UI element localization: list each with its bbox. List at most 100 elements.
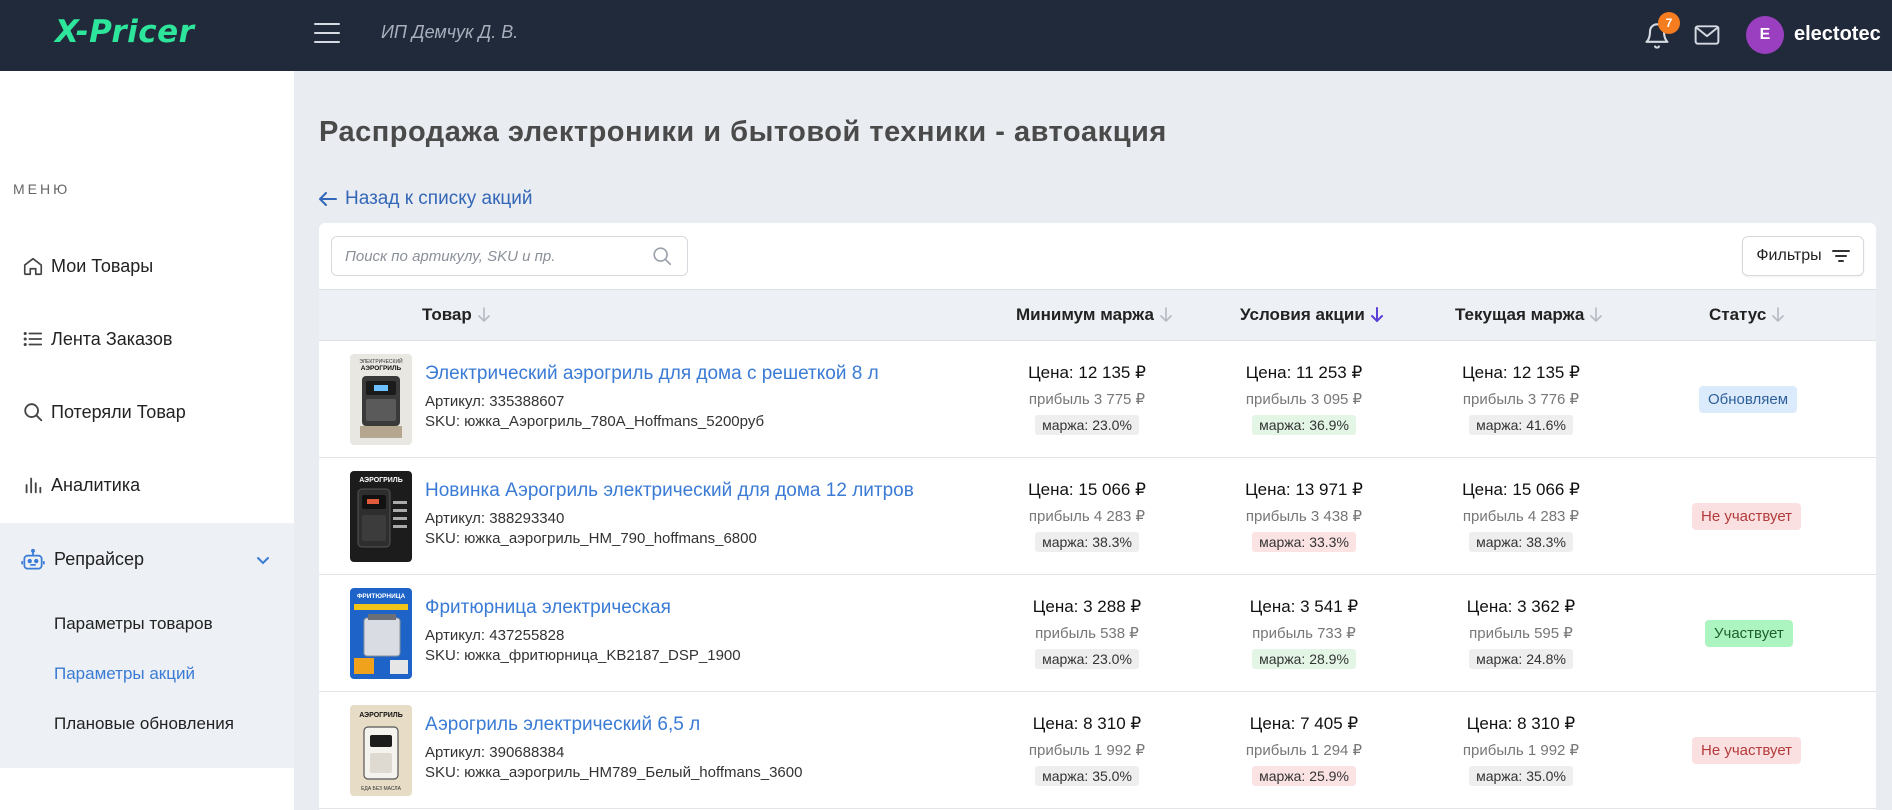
thumb-subcaption: ЕДА БЕЗ МАСЛА: [361, 786, 401, 792]
sidebar-group-repricer: Репрайсер Параметры товаров Параметры ак…: [0, 523, 294, 768]
min-price: Цена: 3 288 ₽: [1032, 597, 1142, 616]
column-header-label: Минимум маржа: [1016, 305, 1154, 324]
product-article: Артикул: 390688384: [425, 744, 565, 761]
product-image-air-fryer-6-5l[interactable]: АЭРОГРИЛЬ ЕДА БЕЗ МАСЛА: [350, 705, 412, 796]
table-row[interactable]: АЭРОГРИЛЬ Новинка Аэрогриль электрически…: [319, 458, 1876, 575]
notification-count-badge: 7: [1658, 12, 1680, 34]
promo-margin-badge: маржа: 33.3%: [1252, 532, 1356, 552]
current-margin-cell: Цена: 15 066 ₽ прибыль 4 283 ₽ маржа: 38…: [1431, 480, 1611, 552]
promo-price: Цена: 11 253 ₽: [1245, 363, 1363, 382]
column-header-min-margin[interactable]: Минимум маржа: [1016, 305, 1172, 325]
sort-arrow-active-icon: [1370, 307, 1383, 323]
filters-button[interactable]: Фильтры: [1742, 236, 1864, 276]
username[interactable]: electotec: [1794, 23, 1881, 46]
sidebar-item-orders-feed[interactable]: Лента Заказов: [0, 309, 294, 369]
product-sku: SKU: южка_Аэрогриль_780A_Hoffmans_5200ру…: [425, 413, 765, 430]
min-margin-badge: маржа: 23.0%: [1035, 415, 1139, 435]
promo-price: Цена: 13 971 ₽: [1245, 480, 1363, 499]
sidebar-subitem-promo-params[interactable]: Параметры акций: [54, 664, 195, 684]
mail-icon[interactable]: [1694, 24, 1720, 46]
promo-profit: прибыль 3 095 ₽: [1245, 391, 1363, 408]
table-row[interactable]: ФРИТЮРНИЦА Фритюрница электрическая Арти…: [319, 575, 1876, 692]
min-price: Цена: 8 310 ₽: [1032, 714, 1142, 733]
table-row[interactable]: ЭЛЕКТРИЧЕСКИЙ АЭРОГРИЛЬ Электрический аэ…: [319, 341, 1876, 458]
min-margin-cell: Цена: 15 066 ₽ прибыль 4 283 ₽ маржа: 38…: [997, 480, 1177, 552]
product-image-deep-fryer[interactable]: ФРИТЮРНИЦА: [350, 588, 412, 679]
product-image-air-fryer-12l[interactable]: АЭРОГРИЛЬ: [350, 471, 412, 562]
min-margin-badge: маржа: 23.0%: [1035, 649, 1139, 669]
column-header-promo-terms[interactable]: Условия акции: [1240, 305, 1383, 325]
min-margin-cell: Цена: 12 135 ₽ прибыль 3 775 ₽ маржа: 23…: [997, 363, 1177, 435]
hamburger-menu-icon[interactable]: [314, 23, 340, 43]
min-profit: прибыль 4 283 ₽: [1028, 508, 1146, 525]
filters-label: Фильтры: [1756, 247, 1822, 264]
list-icon: [23, 331, 43, 347]
sort-arrow-icon: [477, 307, 490, 323]
thumb-caption: АЭРОГРИЛЬ: [359, 712, 403, 719]
sidebar-item-label: Репрайсер: [54, 549, 145, 569]
column-header-current-margin[interactable]: Текущая маржа: [1455, 305, 1603, 325]
product-article: Артикул: 335388607: [425, 393, 565, 410]
current-margin-cell: Цена: 3 362 ₽ прибыль 595 ₽ маржа: 24.8%: [1431, 597, 1611, 669]
promo-terms-cell: Цена: 7 405 ₽ прибыль 1 294 ₽ маржа: 25.…: [1214, 714, 1394, 786]
table-header: Товар Минимум маржа Условия акции Текуща…: [319, 289, 1876, 341]
current-price: Цена: 3 362 ₽: [1466, 597, 1576, 616]
sidebar-item-my-products[interactable]: Мои Товары: [0, 236, 294, 296]
sidebar-item-label: Потеряли Товар: [51, 401, 186, 422]
product-name-link[interactable]: Фритюрница электрическая: [425, 597, 671, 619]
sidebar-item-label: Аналитика: [51, 474, 141, 495]
sidebar-item-repricer[interactable]: Репрайсер: [0, 523, 294, 596]
current-profit: прибыль 3 776 ₽: [1462, 391, 1580, 408]
table-row[interactable]: АЭРОГРИЛЬ ЕДА БЕЗ МАСЛА Аэрогриль электр…: [319, 692, 1876, 809]
sort-arrow-icon: [1160, 307, 1172, 323]
thumb-caption: АЭРОГРИЛЬ: [361, 365, 402, 372]
sidebar-item-analytics[interactable]: Аналитика: [0, 455, 294, 515]
page-title: Распродажа электроники и бытовой техники…: [319, 116, 1167, 148]
sidebar-subitem-product-params[interactable]: Параметры товаров: [54, 614, 213, 634]
min-margin-cell: Цена: 8 310 ₽ прибыль 1 992 ₽ маржа: 35.…: [997, 714, 1177, 786]
promo-terms-cell: Цена: 3 541 ₽ прибыль 733 ₽ маржа: 28.9%: [1214, 597, 1394, 669]
min-profit: прибыль 3 775 ₽: [1028, 391, 1146, 408]
search-input[interactable]: [331, 236, 688, 276]
current-price: Цена: 15 066 ₽: [1462, 480, 1580, 499]
promo-margin-badge: маржа: 36.9%: [1252, 415, 1356, 435]
promo-margin-badge: маржа: 25.9%: [1252, 766, 1356, 786]
filter-icon: [1831, 250, 1850, 262]
column-header-label: Товар: [422, 305, 472, 324]
product-sku: SKU: южка_фритюрница_KB2187_DSP_1900: [425, 647, 741, 664]
product-name-link[interactable]: Новинка Аэрогриль электрический для дома…: [425, 480, 914, 502]
promo-profit: прибыль 3 438 ₽: [1245, 508, 1363, 525]
sidebar-item-lost-products[interactable]: Потеряли Товар: [0, 382, 294, 442]
column-header-status[interactable]: Статус: [1709, 305, 1785, 325]
promo-terms-cell: Цена: 13 971 ₽ прибыль 3 438 ₽ маржа: 33…: [1214, 480, 1394, 552]
product-image-air-fryer-8l[interactable]: ЭЛЕКТРИЧЕСКИЙ АЭРОГРИЛЬ: [350, 354, 412, 445]
product-name-link[interactable]: Электрический аэрогриль для дома с решет…: [425, 363, 879, 385]
current-margin-cell: Цена: 12 135 ₽ прибыль 3 776 ₽ маржа: 41…: [1431, 363, 1611, 435]
search-icon[interactable]: [651, 245, 673, 267]
app-logo[interactable]: X-Pricer: [55, 14, 194, 50]
back-link-label: Назад к списку акций: [345, 188, 533, 209]
sort-arrow-icon: [1590, 307, 1603, 323]
search-icon: [24, 403, 43, 422]
current-margin-cell: Цена: 8 310 ₽ прибыль 1 992 ₽ маржа: 35.…: [1431, 714, 1611, 786]
back-to-promos-link[interactable]: Назад к списку акций: [319, 188, 533, 210]
sidebar-item-label: Мои Товары: [51, 255, 154, 276]
avatar[interactable]: E: [1746, 16, 1784, 54]
current-margin-badge: маржа: 38.3%: [1469, 532, 1573, 552]
column-header-product[interactable]: Товар: [422, 305, 490, 325]
product-name-link[interactable]: Аэрогриль электрический 6,5 л: [425, 714, 700, 736]
menu-title: МЕНЮ: [13, 181, 71, 197]
product-sku: SKU: южка_аэрогриль_HM789_Белый_hoffmans…: [425, 764, 803, 781]
thumb-caption: АЭРОГРИЛЬ: [359, 477, 403, 484]
min-profit: прибыль 1 992 ₽: [1028, 742, 1146, 759]
robot-icon: [21, 548, 45, 570]
promo-products-panel: Фильтры Товар Минимум маржа Условия акци…: [319, 223, 1876, 810]
chevron-down-icon[interactable]: [256, 553, 270, 567]
current-price: Цена: 8 310 ₽: [1466, 714, 1576, 733]
min-margin-badge: маржа: 35.0%: [1035, 766, 1139, 786]
current-price: Цена: 12 135 ₽: [1462, 363, 1580, 382]
promo-terms-cell: Цена: 11 253 ₽ прибыль 3 095 ₽ маржа: 36…: [1214, 363, 1394, 435]
top-bar: X-Pricer ИП Демчук Д. В. 7 E electotec: [0, 0, 1892, 71]
sidebar-subitem-scheduled-updates[interactable]: Плановые обновления: [54, 714, 234, 734]
promo-profit: прибыль 1 294 ₽: [1245, 742, 1363, 759]
